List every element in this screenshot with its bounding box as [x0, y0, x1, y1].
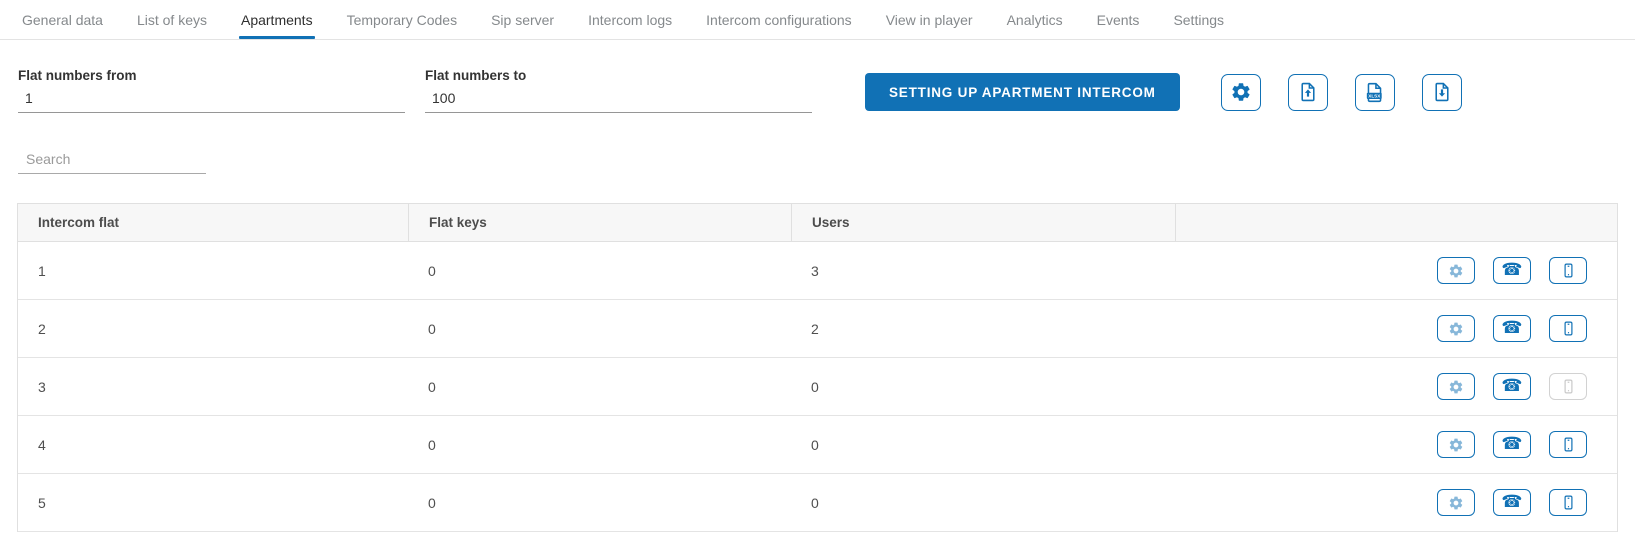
flat-phone-button[interactable]: ☎ [1493, 431, 1531, 458]
search-field [18, 147, 206, 174]
tab-settings[interactable]: Settings [1173, 0, 1224, 39]
cell-flat-keys: 0 [428, 320, 436, 337]
flat-numbers-to-field: Flat numbers to [425, 68, 812, 113]
apartments-table: Intercom flat Flat keys Users 1 0 3 ☎ 2 … [17, 203, 1618, 532]
cell-actions: ☎ [1175, 315, 1617, 342]
flat-phone-button[interactable]: ☎ [1493, 257, 1531, 284]
table-row: 1 0 3 ☎ [18, 242, 1617, 300]
flat-phone-button[interactable]: ☎ [1493, 315, 1531, 342]
mobile-phone-icon [1560, 378, 1577, 395]
flat-settings-button[interactable] [1437, 257, 1475, 284]
table-row: 2 0 2 ☎ [18, 300, 1617, 358]
cell-actions: ☎ [1175, 489, 1617, 516]
cell-actions: ☎ [1175, 257, 1617, 284]
flat-mobile-button[interactable] [1549, 257, 1587, 284]
flat-settings-button[interactable] [1437, 489, 1475, 516]
table-body: 1 0 3 ☎ 2 0 2 ☎ 3 0 0 ☎ 4 0 0 ☎ 5 0 0 ☎ [18, 242, 1617, 532]
gear-icon [1448, 321, 1464, 337]
mobile-phone-icon [1560, 436, 1577, 453]
gear-icon [1230, 81, 1252, 103]
flat-numbers-from-label: Flat numbers from [18, 68, 137, 83]
mobile-phone-icon [1560, 320, 1577, 337]
cell-users: 2 [811, 320, 819, 337]
phone-icon: ☎ [1501, 260, 1523, 280]
table-row: 4 0 0 ☎ [18, 416, 1617, 474]
gear-icon [1448, 263, 1464, 279]
tab-general-data[interactable]: General data [22, 0, 103, 39]
download-button[interactable] [1421, 73, 1462, 111]
flat-numbers-from-field: Flat numbers from [18, 68, 405, 113]
tab-temporary-codes[interactable]: Temporary Codes [347, 0, 458, 39]
phone-icon: ☎ [1501, 376, 1523, 396]
tab-sip-server[interactable]: Sip server [491, 0, 554, 39]
phone-icon: ☎ [1501, 434, 1523, 454]
flat-numbers-to-input[interactable] [425, 86, 812, 113]
mobile-phone-icon [1560, 262, 1577, 279]
cell-flat-keys: 0 [428, 436, 436, 453]
gear-icon [1448, 495, 1464, 511]
flat-numbers-from-input[interactable] [18, 86, 405, 113]
cell-intercom-flat: 3 [38, 378, 46, 395]
flat-settings-button[interactable] [1437, 373, 1475, 400]
cell-users: 0 [811, 436, 819, 453]
flat-mobile-button [1549, 373, 1587, 400]
table-header: Intercom flat Flat keys Users [18, 204, 1617, 242]
flat-mobile-button[interactable] [1549, 315, 1587, 342]
flat-numbers-to-label: Flat numbers to [425, 68, 527, 83]
toolbar: SETTING UP APARTMENT INTERCOM XLSX [865, 73, 1462, 111]
tab-events[interactable]: Events [1097, 0, 1140, 39]
table-row: 5 0 0 ☎ [18, 474, 1617, 532]
setting-up-apartment-intercom-button[interactable]: SETTING UP APARTMENT INTERCOM [865, 73, 1180, 111]
column-header-flat-keys: Flat keys [408, 204, 791, 241]
cell-flat-keys: 0 [428, 494, 436, 511]
cell-flat-keys: 0 [428, 378, 436, 395]
flat-phone-button[interactable]: ☎ [1493, 373, 1531, 400]
phone-icon: ☎ [1501, 318, 1523, 338]
file-upload-icon [1297, 81, 1319, 103]
flat-settings-button[interactable] [1437, 315, 1475, 342]
cell-flat-keys: 0 [428, 262, 436, 279]
tab-apartments[interactable]: Apartments [238, 0, 315, 39]
export-xlsx-button[interactable]: XLSX [1354, 73, 1395, 111]
cell-actions: ☎ [1175, 373, 1617, 400]
phone-icon: ☎ [1501, 492, 1523, 512]
cell-users: 0 [811, 378, 819, 395]
cell-intercom-flat: 2 [38, 320, 46, 337]
flat-mobile-button[interactable] [1549, 489, 1587, 516]
cell-users: 3 [811, 262, 819, 279]
tab-intercom-logs[interactable]: Intercom logs [588, 0, 672, 39]
tab-bar: General data List of keys Apartments Tempor… [0, 0, 1635, 40]
gear-icon [1448, 379, 1464, 395]
column-header-actions [1175, 204, 1617, 241]
flat-settings-button[interactable] [1437, 431, 1475, 458]
cell-users: 0 [811, 494, 819, 511]
settings-button[interactable] [1220, 73, 1261, 111]
tab-view-in-player[interactable]: View in player [886, 0, 973, 39]
xlsx-file-icon: XLSX [1363, 81, 1386, 104]
table-row: 3 0 0 ☎ [18, 358, 1617, 416]
xlsx-label: XLSX [1369, 93, 1382, 98]
file-download-icon [1431, 81, 1453, 103]
column-header-intercom-flat: Intercom flat [38, 215, 120, 230]
upload-button[interactable] [1287, 73, 1328, 111]
column-header-users: Users [791, 204, 1175, 241]
cell-intercom-flat: 1 [38, 262, 46, 279]
tab-list-of-keys[interactable]: List of keys [137, 0, 207, 39]
mobile-phone-icon [1560, 494, 1577, 511]
cell-actions: ☎ [1175, 431, 1617, 458]
gear-icon [1448, 437, 1464, 453]
flat-mobile-button[interactable] [1549, 431, 1587, 458]
tab-intercom-configurations[interactable]: Intercom configurations [706, 0, 852, 39]
flat-phone-button[interactable]: ☎ [1493, 489, 1531, 516]
cell-intercom-flat: 4 [38, 436, 46, 453]
filters-row: Flat numbers from Flat numbers to SETTIN… [0, 40, 1635, 113]
search-input[interactable] [18, 147, 206, 174]
cell-intercom-flat: 5 [38, 494, 46, 511]
tab-analytics[interactable]: Analytics [1007, 0, 1063, 39]
